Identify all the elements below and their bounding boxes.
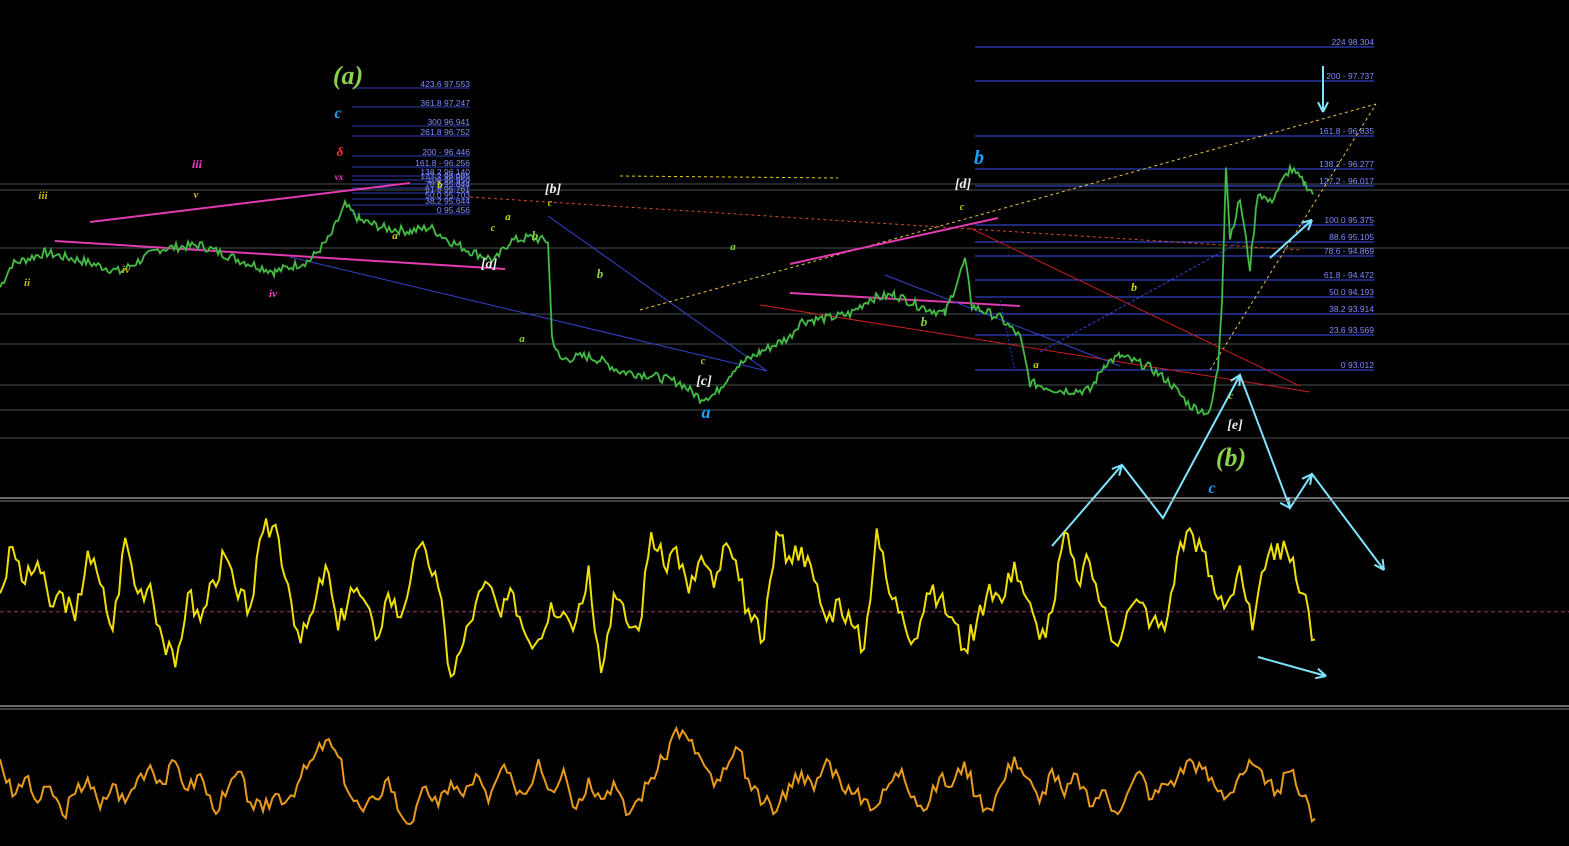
wave-label-b-bracket: [b] bbox=[545, 182, 562, 197]
wave-label-iii-yellow: iii bbox=[38, 190, 48, 202]
fib-right-label: 161.8 - 96.835 bbox=[1319, 126, 1374, 136]
fib-right-label: 78.6 - 94.869 bbox=[1324, 246, 1374, 256]
wave-label-delta: δ bbox=[337, 144, 344, 159]
fib-left-label: 361.8 97.247 bbox=[420, 98, 470, 108]
fib-right-label: 88.6 95.105 bbox=[1329, 232, 1374, 242]
fib-right-label: 100.0 95.375 bbox=[1324, 215, 1374, 225]
wave-label-c-2: c bbox=[548, 198, 553, 209]
wave-label-a-1: a bbox=[392, 230, 398, 242]
fib-right-label: 200 - 97.737 bbox=[1326, 71, 1374, 81]
wave-label-b-5: b bbox=[1131, 280, 1137, 294]
fib-right-label: 224 98.304 bbox=[1331, 37, 1374, 47]
wave-label-b-3: b bbox=[597, 266, 604, 281]
wave-label-iv-yellow: iv bbox=[122, 264, 130, 276]
fib-left-label: 0 95.456 bbox=[437, 205, 470, 215]
wave-label-a-paren: (a) bbox=[333, 61, 363, 90]
wave-label-b-2: b bbox=[532, 228, 539, 243]
fib-left-label: 423.6 97.553 bbox=[420, 79, 470, 89]
wave-label-a-5: a bbox=[1033, 359, 1039, 371]
fib-left-label: 300 96.941 bbox=[427, 117, 470, 127]
wave-label-c-1: c bbox=[491, 223, 496, 234]
wave-label-a-4: a bbox=[730, 241, 736, 253]
wave-label-ii: ii bbox=[24, 277, 31, 289]
fib-right-label: 138.2 - 96.277 bbox=[1319, 159, 1374, 169]
wave-label-c-4: c bbox=[960, 202, 965, 213]
wave-label-c-bracket: [c] bbox=[696, 374, 712, 389]
wave-label-v: v bbox=[194, 189, 199, 201]
fib-right-label: 0 93.012 bbox=[1341, 360, 1374, 370]
fib-right-label: 38.2 93.914 bbox=[1329, 304, 1374, 314]
wave-label-vx: vx bbox=[335, 172, 344, 182]
wave-label-d-bracket: [d] bbox=[955, 177, 972, 192]
wave-label-a-bracket: [a] bbox=[481, 257, 498, 272]
wave-label-a-cyan: a bbox=[702, 402, 711, 422]
fib-right-label: 23.6 93.569 bbox=[1329, 325, 1374, 335]
fib-right-label: 61.8 - 94.472 bbox=[1324, 270, 1374, 280]
fib-left-label: 261.8 96.752 bbox=[420, 127, 470, 137]
fib-right-label: 50.0 94.193 bbox=[1329, 287, 1374, 297]
wave-label-c-3: c bbox=[701, 356, 706, 367]
wave-label-iv-magenta: iv bbox=[269, 288, 277, 300]
wave-label-c-cyan-2: c bbox=[1208, 480, 1215, 497]
wave-label-b-4: b bbox=[921, 314, 928, 329]
wave-label-a-3: a bbox=[519, 333, 525, 345]
wave-label-a-2: a bbox=[505, 211, 511, 223]
wave-label-b-paren: (b) bbox=[1216, 443, 1246, 472]
wave-label-b-cyan: b bbox=[974, 147, 984, 169]
wave-label-e-bracket: [e] bbox=[1227, 418, 1243, 433]
wave-label-iii-magenta: iii bbox=[192, 157, 203, 171]
fib-left-label: 200 - 96.446 bbox=[422, 147, 470, 157]
wave-label-b-1: b bbox=[437, 179, 443, 191]
wave-label-c-cyan: c bbox=[334, 105, 341, 122]
elliott-wave-chart: 423.6 97.553 361.8 97.247 300 96.941261.8 … bbox=[0, 0, 1569, 846]
